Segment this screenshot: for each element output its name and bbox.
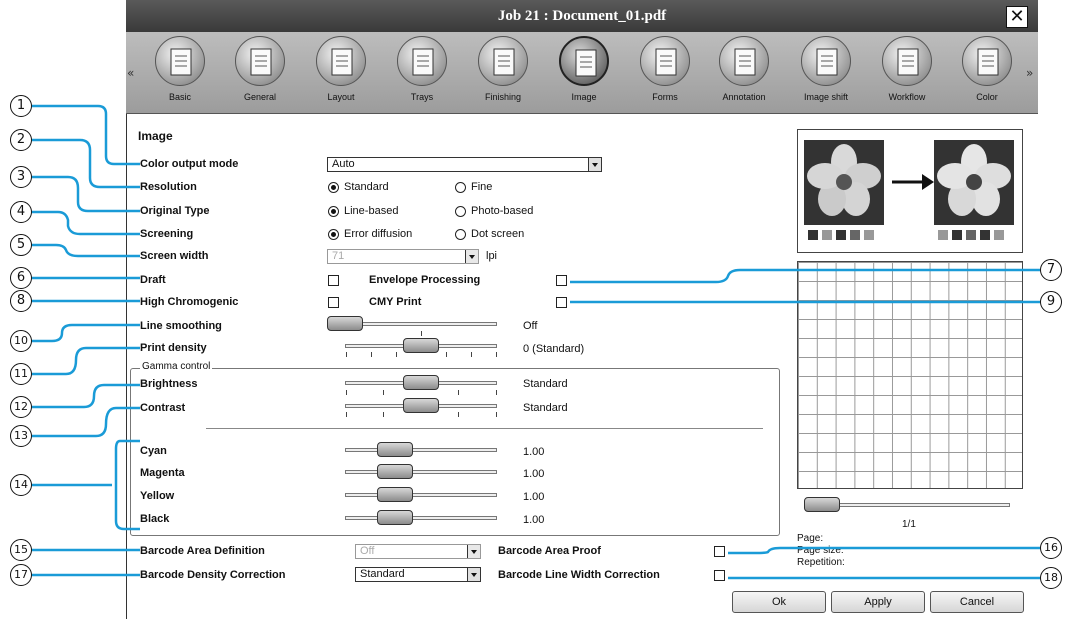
callout-leaders (32, 104, 1040, 580)
callout-15: 15 (10, 539, 32, 561)
callout-4: 4 (10, 201, 32, 223)
callout-18: 18 (1040, 567, 1062, 589)
callout-16: 16 (1040, 537, 1062, 559)
callout-1: 1 (10, 95, 32, 117)
callout-12: 12 (10, 396, 32, 418)
callout-3: 3 (10, 166, 32, 188)
callout-2: 2 (10, 129, 32, 151)
callout-14: 14 (10, 474, 32, 496)
callout-7: 7 (1040, 259, 1062, 281)
callout-10: 10 (10, 330, 32, 352)
callout-17: 17 (10, 564, 32, 586)
callout-11: 11 (10, 363, 32, 385)
callout-5: 5 (10, 234, 32, 256)
callout-9: 9 (1040, 291, 1062, 313)
callout-13: 13 (10, 425, 32, 447)
callout-6: 6 (10, 267, 32, 289)
callout-8: 8 (10, 290, 32, 312)
